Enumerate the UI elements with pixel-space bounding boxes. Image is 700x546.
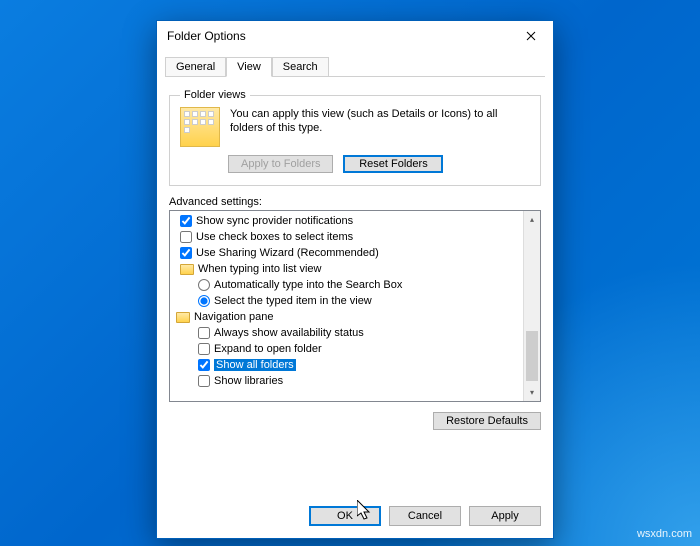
scroll-up-arrow-icon[interactable]: ▴ <box>524 211 540 228</box>
close-button[interactable] <box>508 21 553 51</box>
checkbox-nav-availability[interactable] <box>198 327 210 339</box>
checkbox-nav-show-all[interactable] <box>198 359 210 371</box>
label-sharing-wizard: Use Sharing Wizard (Recommended) <box>196 247 379 259</box>
option-typing-select[interactable]: Select the typed item in the view <box>170 293 540 309</box>
titlebar: Folder Options <box>157 21 553 51</box>
label-when-typing: When typing into list view <box>198 263 322 275</box>
scroll-thumb[interactable] <box>526 331 538 381</box>
folder-views-group: Folder views You can apply this view (su… <box>169 89 541 186</box>
option-sharing-wizard[interactable]: Use Sharing Wizard (Recommended) <box>170 245 540 261</box>
checkbox-nav-libraries[interactable] <box>198 375 210 387</box>
tab-view[interactable]: View <box>226 57 272 77</box>
radio-typing-auto[interactable] <box>198 279 210 291</box>
folder-icon <box>180 264 194 275</box>
label-nav-show-all: Show all folders <box>214 359 296 371</box>
checkbox-sharing-wizard[interactable] <box>180 247 192 259</box>
label-use-checkboxes: Use check boxes to select items <box>196 231 353 243</box>
radio-typing-select[interactable] <box>198 295 210 307</box>
tab-strip: General View Search <box>165 57 545 76</box>
option-use-checkboxes[interactable]: Use check boxes to select items <box>170 229 540 245</box>
scrollbar[interactable]: ▴ ▾ <box>523 211 540 401</box>
folder-views-icon <box>180 107 220 147</box>
label-show-sync: Show sync provider notifications <box>196 215 353 227</box>
folder-views-description: You can apply this view (such as Details… <box>230 107 530 147</box>
ok-button[interactable]: OK <box>309 506 381 526</box>
option-nav-libraries[interactable]: Show libraries <box>170 373 540 389</box>
option-nav-availability[interactable]: Always show availability status <box>170 325 540 341</box>
option-show-sync[interactable]: Show sync provider notifications <box>170 213 540 229</box>
label-nav-libraries: Show libraries <box>214 375 283 387</box>
checkbox-show-sync[interactable] <box>180 215 192 227</box>
window-title: Folder Options <box>167 29 508 43</box>
label-typing-select: Select the typed item in the view <box>214 295 372 307</box>
option-nav-expand[interactable]: Expand to open folder <box>170 341 540 357</box>
label-nav-expand: Expand to open folder <box>214 343 322 355</box>
label-navigation-pane: Navigation pane <box>194 311 274 323</box>
label-typing-auto: Automatically type into the Search Box <box>214 279 402 291</box>
close-icon <box>526 31 536 41</box>
reset-folders-button[interactable]: Reset Folders <box>343 155 443 173</box>
tab-content-view: Folder views You can apply this view (su… <box>157 77 553 438</box>
advanced-settings-label: Advanced settings: <box>169 196 541 208</box>
apply-button[interactable]: Apply <box>469 506 541 526</box>
scroll-down-arrow-icon[interactable]: ▾ <box>524 384 540 401</box>
dialog-buttons: OK Cancel Apply <box>309 506 541 526</box>
restore-defaults-button[interactable]: Restore Defaults <box>433 412 541 430</box>
folder-views-legend: Folder views <box>180 89 250 101</box>
option-nav-show-all[interactable]: Show all folders <box>170 357 540 373</box>
advanced-settings-tree[interactable]: Show sync provider notifications Use che… <box>169 210 541 402</box>
folder-icon <box>176 312 190 323</box>
apply-to-folders-button: Apply to Folders <box>228 155 333 173</box>
cancel-button[interactable]: Cancel <box>389 506 461 526</box>
checkbox-use-checkboxes[interactable] <box>180 231 192 243</box>
option-typing-auto[interactable]: Automatically type into the Search Box <box>170 277 540 293</box>
tab-search[interactable]: Search <box>272 57 329 76</box>
group-navigation-pane: Navigation pane <box>170 309 540 325</box>
tab-general[interactable]: General <box>165 57 226 76</box>
folder-options-dialog: Folder Options General View Search Folde… <box>156 20 554 539</box>
watermark-text: wsxdn.com <box>637 528 692 540</box>
label-nav-availability: Always show availability status <box>214 327 364 339</box>
group-when-typing: When typing into list view <box>170 261 540 277</box>
checkbox-nav-expand[interactable] <box>198 343 210 355</box>
